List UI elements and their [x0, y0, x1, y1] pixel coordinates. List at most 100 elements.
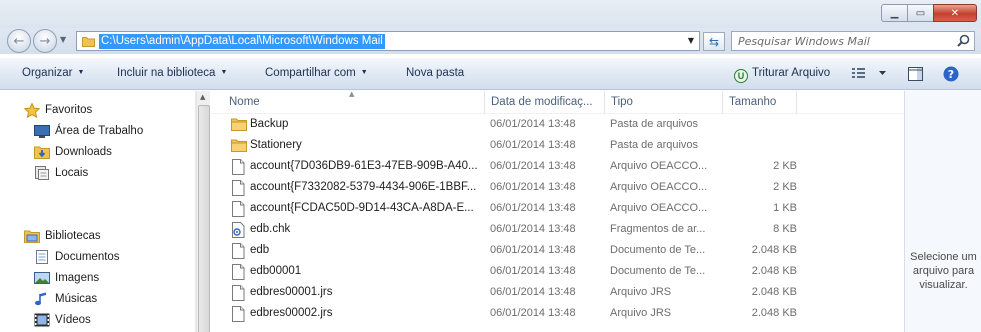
nav-videos-label: Vídeos	[55, 314, 91, 326]
file-size: 2.048 KB	[751, 265, 797, 277]
file-row[interactable]: edbres00001.jrs 06/01/2014 13:48 Arquivo J…	[211, 282, 904, 303]
column-header-type[interactable]: Tipo	[605, 91, 723, 114]
file-list: Backup 06/01/2014 13:48 Pasta de arquivos S…	[211, 114, 904, 332]
file-date: 06/01/2014 13:48	[490, 181, 576, 193]
address-path[interactable]: C:\Users\admin\AppData\Local\Microsoft\W…	[99, 34, 385, 49]
file-type: Arquivo OEACCO...	[610, 202, 708, 214]
file-type: Pasta de arquivos	[610, 139, 699, 151]
file-size: 8 KB	[773, 223, 797, 235]
navigation-pane: Favoritos Área de Trabalho Downloads Loc…	[0, 91, 196, 332]
file-type: Arquivo OEACCO...	[610, 181, 708, 193]
file-name: Stationery	[250, 139, 302, 151]
file-row[interactable]: Backup 06/01/2014 13:48 Pasta de arquivos	[211, 114, 904, 135]
forward-arrow-icon: →	[39, 33, 51, 49]
libraries-icon	[24, 230, 40, 243]
file-type: Arquivo OEACCO...	[610, 160, 708, 172]
search-input[interactable]	[732, 32, 942, 50]
include-library-label: Incluir na biblioteca	[117, 67, 216, 79]
search-box[interactable]	[731, 31, 975, 51]
column-header-size[interactable]: Tamanho	[723, 91, 797, 114]
file-row[interactable]: edbres00002.jrs 06/01/2014 13:48 Arquivo J…	[211, 303, 904, 324]
file-type: Arquivo JRS	[610, 307, 672, 319]
file-size: 2.048 KB	[751, 286, 797, 298]
address-row: ← → ▼ C:\Users\admin\AppData\Local\Micro…	[0, 28, 981, 54]
chevron-down-icon: ▼	[220, 69, 228, 76]
help-icon: ?	[943, 66, 959, 82]
chevron-down-icon: ▼	[77, 69, 85, 76]
address-dropdown[interactable]: ▼	[688, 36, 694, 45]
downloads-folder-icon	[34, 146, 50, 159]
window-controls: ▁ ▭ ✕	[881, 4, 977, 22]
file-type: Pasta de arquivos	[610, 118, 699, 130]
refresh-button[interactable]: ⇆	[703, 32, 725, 51]
nav-documents-label: Documentos	[55, 251, 120, 263]
file-date: 06/01/2014 13:48	[490, 307, 576, 319]
column-headers: ▲ Nome Data de modificaç... Tipo Tamanho	[211, 91, 904, 114]
places-icon	[35, 166, 49, 180]
navigation-scrollbar[interactable]: ▲	[196, 91, 210, 332]
nav-downloads-label: Downloads	[55, 146, 112, 158]
nav-music-label: Músicas	[55, 293, 98, 305]
file-name: account{FCDAC50D-9D14-43CA-A8DA-E...	[250, 202, 474, 214]
new-folder-button[interactable]: Nova pasta	[406, 67, 464, 79]
view-options-button[interactable]	[852, 67, 888, 83]
recent-pages-dropdown[interactable]: ▼	[60, 35, 66, 44]
nav-favorites-label: Favoritos	[45, 104, 93, 116]
file-row[interactable]: account{7D036DB9-61E3-47EB-909B-A40... 06…	[211, 156, 904, 177]
video-film-icon	[34, 313, 50, 327]
file-name: edb00001	[250, 265, 302, 277]
file-name: edbres00002.jrs	[250, 307, 333, 319]
details-view-icon	[852, 68, 886, 78]
help-button[interactable]: ?	[943, 66, 959, 85]
file-row[interactable]: edb.chk 06/01/2014 13:48 Fragmentos de ar.…	[211, 219, 904, 240]
back-arrow-icon: ←	[13, 33, 25, 49]
preview-message: Selecione um arquivo para visualizar.	[910, 251, 977, 291]
column-header-name[interactable]: Nome	[223, 91, 485, 114]
shred-label: Triturar Arquivo	[752, 67, 831, 79]
file-type: Fragmentos de ar...	[610, 223, 706, 235]
file-row[interactable]: account{FCDAC50D-9D14-43CA-A8DA-E... 06/0…	[211, 198, 904, 219]
chevron-down-icon: ▼	[360, 69, 368, 76]
address-bar[interactable]: C:\Users\admin\AppData\Local\Microsoft\W…	[76, 31, 700, 51]
command-bar: Organizar ▼ Incluir na biblioteca ▼ Compar…	[0, 57, 981, 90]
back-button[interactable]: ←	[7, 29, 31, 53]
close-button[interactable]: ✕	[933, 4, 977, 22]
scroll-up-arrow-icon[interactable]: ▲	[200, 93, 205, 101]
include-library-menu[interactable]: Incluir na biblioteca ▼	[117, 67, 227, 79]
file-name: Backup	[250, 118, 289, 130]
file-row[interactable]: account{F7332082-5379-4434-906E-1BBF... 0…	[211, 177, 904, 198]
file-name: account{F7332082-5379-4434-906E-1BBF...	[250, 181, 477, 193]
preview-pane-toggle[interactable]	[908, 67, 923, 84]
file-date: 06/01/2014 13:48	[490, 139, 576, 151]
file-date: 06/01/2014 13:48	[490, 286, 576, 298]
share-label: Compartilhar com	[265, 67, 356, 79]
file-row[interactable]: edb00001 06/01/2014 13:48 Documento de Te.…	[211, 261, 904, 282]
maximize-button[interactable]: ▭	[907, 4, 934, 22]
minimize-button[interactable]: ▁	[881, 4, 908, 22]
desktop-icon	[34, 125, 50, 138]
column-header-date[interactable]: Data de modificaç...	[485, 91, 605, 114]
documents-icon	[36, 250, 48, 264]
file-size: 2.048 KB	[751, 307, 797, 319]
scrollbar-thumb[interactable]	[198, 105, 210, 332]
forward-button[interactable]: →	[33, 29, 57, 53]
preview-pane-icon	[908, 67, 923, 81]
file-row[interactable]: Stationery 06/01/2014 13:48 Pasta de arqui…	[211, 135, 904, 156]
preview-pane: Selecione um arquivo para visualizar.	[904, 91, 981, 332]
nav-libraries-label: Bibliotecas	[45, 230, 101, 242]
star-icon	[24, 103, 40, 118]
file-row[interactable]: edb 06/01/2014 13:48 Documento de Te... 2.0…	[211, 240, 904, 261]
file-name: edb	[250, 244, 270, 256]
file-name: edbres00001.jrs	[250, 286, 333, 298]
file-date: 06/01/2014 13:48	[490, 118, 576, 130]
shred-file-button[interactable]: U Triturar Arquivo	[734, 67, 830, 83]
file-date: 06/01/2014 13:48	[490, 202, 576, 214]
nav-places-label: Locais	[55, 167, 89, 179]
file-name: edb.chk	[250, 223, 291, 235]
search-icon[interactable]	[957, 34, 970, 47]
organize-menu[interactable]: Organizar ▼	[22, 67, 84, 79]
file-date: 06/01/2014 13:48	[490, 244, 576, 256]
file-date: 06/01/2014 13:48	[490, 160, 576, 172]
images-icon	[34, 272, 50, 284]
share-menu[interactable]: Compartilhar com ▼	[265, 67, 368, 79]
